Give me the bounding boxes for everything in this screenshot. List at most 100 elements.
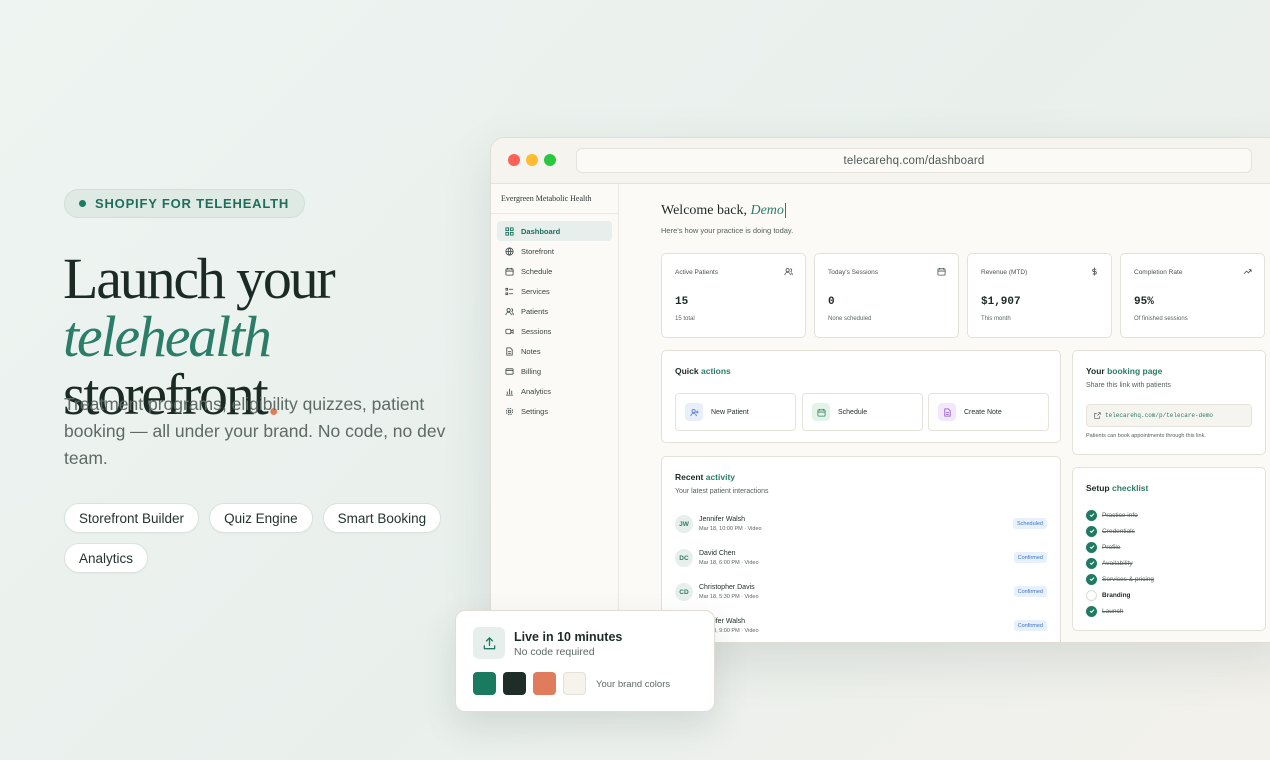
- pill-analytics[interactable]: Analytics: [64, 543, 149, 573]
- check-icon: [1086, 557, 1097, 569]
- brand-color-swatch[interactable]: [563, 672, 586, 695]
- title-highlight: actions: [700, 366, 731, 376]
- checklist-item-launch[interactable]: Launch: [1086, 605, 1123, 617]
- title-highlight: checklist: [1111, 483, 1149, 493]
- upload-icon: [473, 627, 505, 659]
- grid-icon: [505, 226, 514, 236]
- card-title: Your booking page: [1086, 366, 1162, 376]
- checklist-label: Credentials: [1102, 527, 1135, 535]
- create-note-button[interactable]: Create Note: [928, 393, 1049, 431]
- globe-icon: [505, 246, 514, 256]
- bar-chart-icon: [505, 388, 514, 396]
- calendar-icon: [812, 403, 830, 421]
- session-time: Mar 18, 6:00 PM · Video: [699, 560, 759, 566]
- avatar: DC: [675, 549, 693, 567]
- checklist-item-availability[interactable]: Availability: [1086, 557, 1133, 569]
- stat-note: This month: [981, 316, 1011, 322]
- address-bar[interactable]: telecarehq.com/dashboard: [576, 148, 1252, 173]
- sidebar-item-label: Billing: [521, 366, 542, 376]
- sidebar-item-services[interactable]: Services: [497, 281, 612, 301]
- booking-page-card: Your booking page Share this link with p…: [1072, 350, 1266, 455]
- sidebar-nav: Dashboard Storefront Schedule Services P…: [491, 214, 618, 421]
- stat-note: 15 total: [675, 316, 695, 322]
- activity-row[interactable]: JW Jennifer Walsh Mar 18, 9:00 PM · Vide…: [675, 617, 1047, 642]
- close-window-dot[interactable]: [508, 154, 520, 166]
- check-icon: [1086, 573, 1097, 585]
- brand-color-swatch[interactable]: [503, 672, 526, 695]
- video-icon: [505, 328, 514, 334]
- activity-row[interactable]: DC David Chen Mar 18, 6:00 PM · Video Co…: [675, 549, 1047, 579]
- pill-smart-booking[interactable]: Smart Booking: [322, 503, 442, 533]
- sidebar-item-notes[interactable]: Notes: [497, 341, 612, 361]
- action-label: Create Note: [964, 408, 1002, 416]
- minimize-window-dot[interactable]: [526, 154, 538, 166]
- dollar-icon: [1092, 267, 1097, 276]
- pill-quiz-engine[interactable]: Quiz Engine: [209, 503, 313, 533]
- booking-link[interactable]: telecarehq.com/p/telecare-demo: [1086, 404, 1252, 427]
- checklist-item-profile[interactable]: Profile: [1086, 541, 1120, 553]
- sidebar-item-dashboard[interactable]: Dashboard: [497, 221, 612, 241]
- stat-card-active-patients[interactable]: Active Patients 15 15 total: [661, 253, 806, 338]
- sidebar-item-patients[interactable]: Patients: [497, 301, 612, 321]
- checklist-item-branding[interactable]: Branding: [1086, 589, 1131, 601]
- checklist-label: Practice info: [1102, 511, 1138, 519]
- sidebar-item-sessions[interactable]: Sessions: [497, 321, 612, 341]
- eyebrow-badge: SHOPIFY FOR TELEHEALTH: [64, 189, 306, 218]
- eyebrow-text: SHOPIFY FOR TELEHEALTH: [95, 196, 290, 211]
- activity-row[interactable]: JW Jennifer Walsh Mar 18, 10:00 PM · Vid…: [675, 515, 1047, 545]
- pill-storefront-builder[interactable]: Storefront Builder: [64, 503, 200, 533]
- stat-card-revenue[interactable]: Revenue (MTD) $1,907 This month: [967, 253, 1112, 338]
- card-subtitle: Share this link with patients: [1086, 382, 1171, 389]
- check-icon: [1086, 605, 1097, 617]
- checklist-item-practice-info[interactable]: Practice info: [1086, 509, 1138, 521]
- quick-actions-card: Quick actions New Patient Schedule Creat…: [661, 350, 1061, 443]
- stat-card-todays-sessions[interactable]: Today's Sessions 0 None scheduled: [814, 253, 959, 338]
- activity-row[interactable]: CD Christopher Davis Mar 18, 5:30 PM · V…: [675, 583, 1047, 613]
- stat-value: 95%: [1134, 296, 1154, 308]
- action-label: New Patient: [711, 408, 749, 416]
- checklist-label: Services & pricing: [1102, 575, 1155, 583]
- sidebar-item-settings[interactable]: Settings: [497, 401, 612, 421]
- sidebar-item-storefront[interactable]: Storefront: [497, 241, 612, 261]
- title-prefix: Quick: [675, 366, 701, 376]
- new-patient-button[interactable]: New Patient: [675, 393, 796, 431]
- browser-window: telecarehq.com/dashboard Evergreen Metab…: [490, 137, 1270, 643]
- sidebar-item-label: Notes: [521, 346, 541, 356]
- check-icon: [1086, 509, 1097, 521]
- brand-colors-caption: Your brand colors: [596, 679, 671, 690]
- avatar: JW: [675, 515, 693, 533]
- sidebar-item-billing[interactable]: Billing: [497, 361, 612, 381]
- welcome-subtitle: Here's how your practice is doing today.: [661, 226, 794, 235]
- setup-checklist-card: Setup checklist Practice info Credential…: [1072, 467, 1266, 631]
- dashboard-main: Welcome back, Demo Here's how your pract…: [619, 184, 1270, 642]
- sidebar: Evergreen Metabolic Health Dashboard Sto…: [491, 184, 619, 642]
- dot-icon: [79, 200, 86, 207]
- headline-emphasis: telehealth: [63, 304, 272, 369]
- user-plus-icon: [685, 403, 703, 421]
- sidebar-item-analytics[interactable]: Analytics: [497, 381, 612, 401]
- title-prefix: Setup: [1086, 483, 1112, 493]
- brand-color-swatch[interactable]: [533, 672, 556, 695]
- session-time: Mar 18, 5:30 PM · Video: [699, 594, 759, 600]
- maximize-window-dot[interactable]: [544, 154, 556, 166]
- users-icon: [784, 268, 793, 276]
- brand-color-swatch[interactable]: [473, 672, 496, 695]
- title-highlight: booking page: [1107, 366, 1163, 376]
- check-icon: [1086, 525, 1097, 537]
- stat-card-completion-rate[interactable]: Completion Rate 95% Of finished sessions: [1120, 253, 1265, 338]
- patient-name: Jennifer Walsh: [699, 516, 746, 523]
- stat-label: Active Patients: [675, 269, 718, 276]
- sidebar-item-schedule[interactable]: Schedule: [497, 261, 612, 281]
- action-label: Schedule: [838, 408, 868, 416]
- practice-name: Evergreen Metabolic Health: [491, 184, 618, 214]
- sidebar-item-label: Sessions: [521, 326, 552, 336]
- checklist-item-credentials[interactable]: Credentials: [1086, 525, 1135, 537]
- checklist-item-services-pricing[interactable]: Services & pricing: [1086, 573, 1154, 585]
- status-badge: Confirmed: [1013, 620, 1047, 631]
- headline-line-1: Launch your: [63, 246, 336, 311]
- sidebar-item-label: Settings: [521, 406, 549, 416]
- marketing-frame: SHOPIFY FOR TELEHEALTH Launch your teleh…: [0, 0, 1270, 760]
- external-link-icon: [1094, 412, 1101, 419]
- recent-activity-card: Recent activity Your latest patient inte…: [661, 456, 1061, 642]
- schedule-button[interactable]: Schedule: [802, 393, 923, 431]
